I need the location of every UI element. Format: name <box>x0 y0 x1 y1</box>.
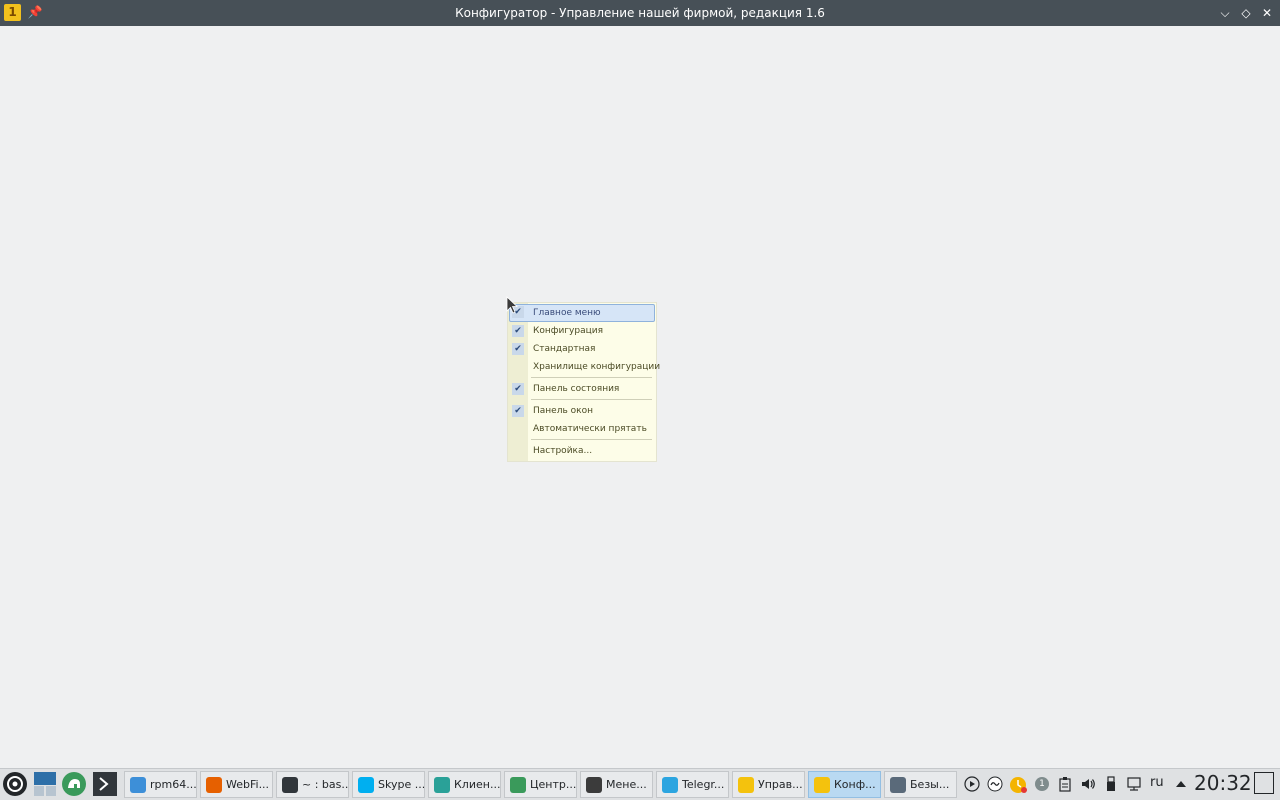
taskbar-task-button[interactable]: WebFi... <box>200 771 273 798</box>
update-badge-icon[interactable]: 1 <box>1034 776 1050 792</box>
menu-item-standard[interactable]: ✔ Стандартная <box>508 340 656 358</box>
image-icon <box>890 776 906 793</box>
keyboard-layout-indicator[interactable]: ru <box>1150 775 1164 790</box>
sync-client-icon[interactable] <box>987 776 1003 792</box>
usb-device-icon[interactable] <box>1103 776 1119 792</box>
task-label: rpm64... <box>150 778 196 791</box>
maximize-button[interactable]: ◇ <box>1236 3 1256 23</box>
menu-separator <box>531 439 652 440</box>
window-title: Конфигуратор - Управление нашей фирмой, … <box>455 6 825 20</box>
taskbar-task-button[interactable]: Telegr... <box>656 771 729 798</box>
mouse-cursor-icon <box>506 296 518 314</box>
menu-item-configuration[interactable]: ✔ Конфигурация <box>508 322 656 340</box>
volume-icon[interactable] <box>1080 776 1096 792</box>
software-center-icon[interactable] <box>61 771 87 797</box>
task-label: Центр... <box>530 778 576 791</box>
taskbar-task-button[interactable]: Конф... <box>808 771 881 798</box>
terminal-icon <box>282 776 298 793</box>
task-label: Конф... <box>834 778 876 791</box>
task-label: Безы... <box>910 778 950 791</box>
taskbar-task-button[interactable]: Мене... <box>580 771 653 798</box>
skype-icon <box>358 776 374 793</box>
menu-item-settings[interactable]: Настройка... <box>508 442 656 460</box>
menu-separator <box>531 377 652 378</box>
menu-separator <box>531 399 652 400</box>
telegram-icon <box>662 776 678 793</box>
menu-item-auto-hide[interactable]: Автоматически прятать <box>508 420 656 438</box>
task-label: Skype ... <box>378 778 424 791</box>
menu-item-label: Панель состояния <box>533 384 620 394</box>
media-player-icon[interactable] <box>964 776 980 792</box>
taskbar-task-button[interactable]: Безы... <box>884 771 957 798</box>
menu-item-label: Стандартная <box>533 344 596 354</box>
menu-item-label: Автоматически прятать <box>533 424 647 434</box>
desktop-pager-icon[interactable] <box>33 771 59 797</box>
1c-icon <box>738 776 754 793</box>
taskbar-task-button[interactable]: Управ... <box>732 771 805 798</box>
menu-item-status-bar[interactable]: ✔ Панель состояния <box>508 380 656 398</box>
checkmark-icon: ✔ <box>512 343 524 355</box>
show-desktop-button[interactable] <box>1254 772 1274 794</box>
menu-item-label: Настройка... <box>533 446 593 456</box>
checkmark-icon: ✔ <box>512 325 524 337</box>
menu-item-label: Главное меню <box>533 308 601 318</box>
menu-item-windows-panel[interactable]: ✔ Панель окон <box>508 402 656 420</box>
task-label: Telegr... <box>682 778 725 791</box>
menu-item-main-menu[interactable]: ✔ Главное меню <box>509 304 655 322</box>
task-label: ~ : bas... <box>302 778 348 791</box>
taskbar-task-button[interactable]: ~ : bas... <box>276 771 349 798</box>
update-badge-count: 1 <box>1039 779 1045 789</box>
taskbar-task-button[interactable]: rpm64... <box>124 771 197 798</box>
network-icon[interactable] <box>1126 776 1142 792</box>
taskbar: rpm64... WebFi... ~ : bas... Skype ... Клиен… <box>0 768 1280 800</box>
application-menu-icon[interactable] <box>2 771 28 797</box>
taskbar-task-button[interactable]: Skype ... <box>352 771 425 798</box>
task-label: Управ... <box>758 778 803 791</box>
window-titlebar: 1 📌 Конфигуратор - Управление нашей фирм… <box>0 0 1280 26</box>
task-label: Клиен... <box>454 778 500 791</box>
vm-icon <box>586 776 602 793</box>
digital-clock[interactable]: 20:32 <box>1194 771 1252 795</box>
1c-icon <box>814 776 830 793</box>
folder-icon <box>130 776 146 793</box>
toolbar-context-menu: ✔ Главное меню ✔ Конфигурация ✔ Стандарт… <box>507 302 660 462</box>
checkmark-icon: ✔ <box>512 405 524 417</box>
firefox-icon <box>206 776 222 793</box>
terminal-launcher-icon[interactable] <box>92 771 118 797</box>
menu-item-label: Хранилище конфигурации <box>533 362 661 372</box>
close-button[interactable]: ✕ <box>1257 3 1277 23</box>
menu-item-label: Панель окон <box>533 406 593 416</box>
notification-clock-icon[interactable] <box>1010 776 1027 793</box>
menu-item-label: Конфигурация <box>533 326 603 336</box>
tray-expand-arrow-icon[interactable] <box>1173 776 1189 792</box>
minimize-button[interactable]: ⌵ <box>1215 3 1235 23</box>
taskbar-task-button[interactable]: Центр... <box>504 771 577 798</box>
taskbar-task-button[interactable]: Клиен... <box>428 771 501 798</box>
center-icon <box>510 776 526 793</box>
menu-item-config-repository[interactable]: Хранилище конфигурации <box>508 358 660 376</box>
clipboard-icon[interactable] <box>1057 776 1073 792</box>
checkmark-icon: ✔ <box>512 383 524 395</box>
task-label: WebFi... <box>226 778 270 791</box>
task-label: Мене... <box>606 778 647 791</box>
client-icon <box>434 776 450 793</box>
